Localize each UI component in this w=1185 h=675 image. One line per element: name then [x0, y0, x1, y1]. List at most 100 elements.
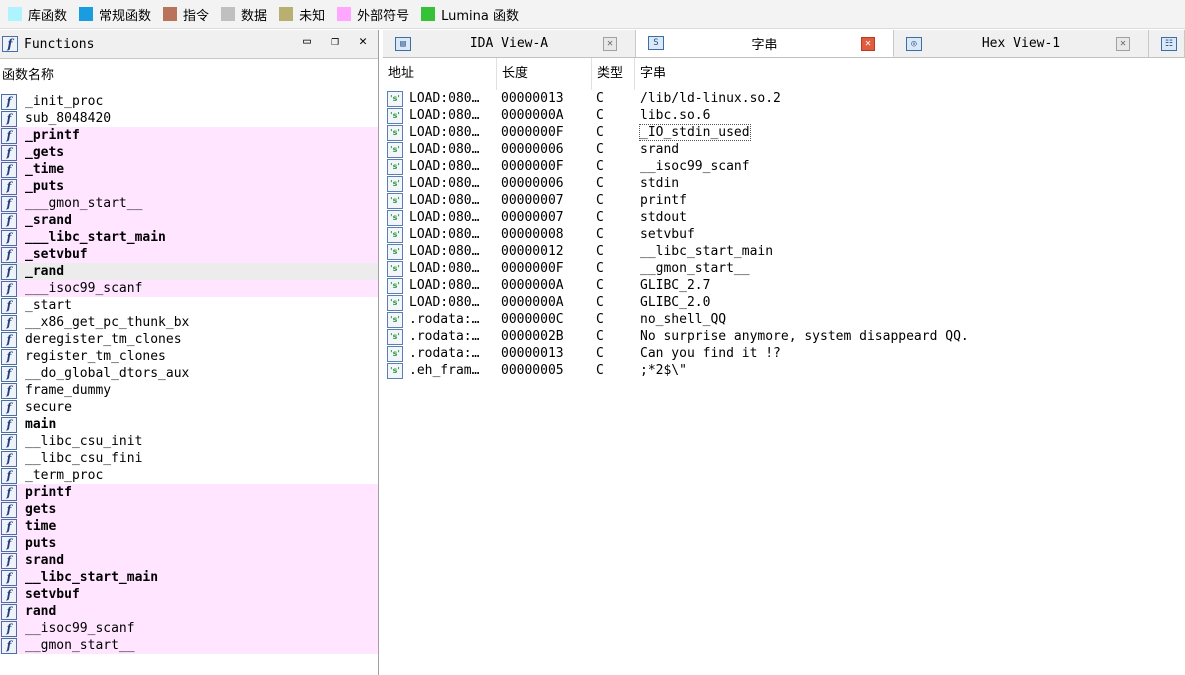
- table-row[interactable]: 's' .eh_fram… 00000005 C ;*2$\": [383, 362, 1185, 379]
- table-row[interactable]: 's' LOAD:080… 0000000A Clibc.so.6: [383, 107, 1185, 124]
- function-list-item[interactable]: f secure: [0, 399, 378, 416]
- table-row[interactable]: 's' LOAD:080… 00000007 Cprintf: [383, 192, 1185, 209]
- tab-close-icon[interactable]: ✕: [603, 37, 617, 51]
- table-row[interactable]: 's' .rodata:… 00000013 C Can you find it !?: [383, 345, 1185, 362]
- function-list-item[interactable]: f sub_8048420: [0, 110, 378, 127]
- function-list-item[interactable]: f time: [0, 518, 378, 535]
- function-name: _srand: [25, 213, 72, 228]
- address-cell: 's' LOAD:080…: [383, 124, 497, 141]
- function-list-item[interactable]: f __isoc99_scanf: [0, 620, 378, 637]
- function-list-item[interactable]: f frame_dummy: [0, 382, 378, 399]
- function-list-item[interactable]: f _term_proc: [0, 467, 378, 484]
- function-list-item[interactable]: f printf: [0, 484, 378, 501]
- tab-close-icon[interactable]: ✕: [861, 37, 875, 51]
- function-icon: f: [1, 229, 17, 246]
- function-list-item[interactable]: f puts: [0, 535, 378, 552]
- table-row[interactable]: 's' .rodata:… 0000000C Cno_shell_QQ: [383, 311, 1185, 328]
- function-icon: f: [1, 620, 17, 637]
- type-cell: C: [596, 176, 604, 191]
- string-cell: __libc_start_main: [635, 243, 1180, 260]
- function-list-item[interactable]: f _setvbuf: [0, 246, 378, 263]
- table-row[interactable]: 's' LOAD:080… 00000006 Csrand: [383, 141, 1185, 158]
- table-row[interactable]: 's' LOAD:080… 00000008 Csetvbuf: [383, 226, 1185, 243]
- function-list-item[interactable]: f srand: [0, 552, 378, 569]
- table-row[interactable]: 's' LOAD:080… 0000000F C __gmon_start__: [383, 260, 1185, 277]
- address-text: .eh_fram…: [409, 363, 480, 378]
- function-list-item[interactable]: f ___gmon_start__: [0, 195, 378, 212]
- function-list-item[interactable]: f _rand: [0, 263, 378, 280]
- function-list-item[interactable]: f register_tm_clones: [0, 348, 378, 365]
- tab-hex-view-1[interactable]: ◎ Hex View-1 ✕: [894, 30, 1149, 57]
- string-cell: stdin: [635, 175, 1180, 192]
- function-list-item[interactable]: f gets: [0, 501, 378, 518]
- strings-table: 地址 长度 类型 字串 's' LOAD:080… 00000013 C/lib/ld…: [383, 58, 1185, 379]
- length-cell: 00000007: [501, 193, 564, 208]
- function-list-item[interactable]: f ___isoc99_scanf: [0, 280, 378, 297]
- function-list-item[interactable]: f _puts: [0, 178, 378, 195]
- function-list-item[interactable]: f _printf: [0, 127, 378, 144]
- function-list-item[interactable]: f _init_proc: [0, 93, 378, 110]
- table-row[interactable]: 's' LOAD:080… 0000000F C _IO_stdin_used: [383, 124, 1185, 141]
- function-list-item[interactable]: f __libc_start_main: [0, 569, 378, 586]
- string-cell: No surprise anymore, system disappeard Q…: [635, 328, 1180, 345]
- function-list-item[interactable]: f ___libc_start_main: [0, 229, 378, 246]
- restore-icon[interactable]: ❐: [326, 34, 344, 49]
- function-list-item[interactable]: f __do_global_dtors_aux: [0, 365, 378, 382]
- function-list-item[interactable]: f _start: [0, 297, 378, 314]
- legend-swatch: [279, 7, 294, 21]
- column-header-length[interactable]: 长度: [497, 58, 592, 90]
- string-icon: 's': [387, 328, 403, 345]
- table-row[interactable]: 's' LOAD:080… 00000013 C/lib/ld-linux.so.2: [383, 90, 1185, 107]
- string-cell: libc.so.6: [635, 107, 1180, 124]
- column-header-address[interactable]: 地址: [383, 58, 497, 90]
- function-list-item[interactable]: f _srand: [0, 212, 378, 229]
- function-icon: f: [1, 518, 17, 535]
- function-name: _init_proc: [25, 94, 104, 109]
- length-cell: 00000007: [501, 210, 564, 225]
- function-icon: f: [1, 365, 17, 382]
- function-list-item[interactable]: f setvbuf: [0, 586, 378, 603]
- column-header-string[interactable]: 字串: [635, 58, 1180, 90]
- table-row[interactable]: 's' LOAD:080… 0000000A C GLIBC_2.0: [383, 294, 1185, 311]
- legend-label: 未知: [299, 8, 326, 24]
- tab-ida-view-a[interactable]: ▤ IDA View-A ✕: [383, 30, 636, 57]
- function-name: __isoc99_scanf: [25, 621, 135, 636]
- function-list-item[interactable]: f __gmon_start__: [0, 637, 378, 654]
- address-cell: 's' LOAD:080…: [383, 243, 497, 260]
- table-row[interactable]: 's' LOAD:080… 00000006 Cstdin: [383, 175, 1185, 192]
- table-row[interactable]: 's' LOAD:080… 0000000F C __isoc99_scanf: [383, 158, 1185, 175]
- legend-label: 数据: [241, 8, 268, 24]
- tab-strings[interactable]: S 字串 ✕: [636, 30, 894, 57]
- tab-close-icon[interactable]: ✕: [1116, 37, 1130, 51]
- function-list-item[interactable]: f _time: [0, 161, 378, 178]
- close-icon[interactable]: ✕: [354, 34, 372, 49]
- maximize-icon[interactable]: ▭: [298, 34, 316, 49]
- table-row[interactable]: 's' LOAD:080… 0000000A C GLIBC_2.7: [383, 277, 1185, 294]
- function-name-column-header[interactable]: 函数名称: [0, 59, 378, 93]
- type-cell: C: [596, 108, 604, 123]
- legend-label: 常规函数: [99, 8, 152, 24]
- function-list-item[interactable]: f __libc_csu_fini: [0, 450, 378, 467]
- legend-bar: 库函数 常规函数 指令 数据 未知 外部符号 Lumina 函数: [0, 0, 1185, 29]
- address-text: LOAD:080…: [409, 108, 480, 123]
- table-row[interactable]: 's' LOAD:080… 00000012 C __libc_start_main: [383, 243, 1185, 260]
- function-list-item[interactable]: f __libc_csu_init: [0, 433, 378, 450]
- column-header-type[interactable]: 类型: [592, 58, 635, 90]
- function-list-item[interactable]: f __x86_get_pc_thunk_bx: [0, 314, 378, 331]
- address-text: LOAD:080…: [409, 91, 480, 106]
- function-list-item[interactable]: f _gets: [0, 144, 378, 161]
- string-text: setvbuf: [640, 227, 695, 242]
- function-list-item[interactable]: f rand: [0, 603, 378, 620]
- string-icon: 's': [387, 158, 403, 175]
- function-icon: f: [1, 93, 17, 110]
- function-list-item[interactable]: f main: [0, 416, 378, 433]
- table-row[interactable]: 's' LOAD:080… 00000007 Cstdout: [383, 209, 1185, 226]
- tab-overflow[interactable]: ☷: [1149, 30, 1185, 57]
- string-icon: 's': [387, 243, 403, 260]
- address-cell: 's' LOAD:080…: [383, 107, 497, 124]
- string-icon: 's': [387, 192, 403, 209]
- table-row[interactable]: 's' .rodata:… 0000002B C No surprise anymore…: [383, 328, 1185, 345]
- function-icon: f: [1, 467, 17, 484]
- function-icon: f: [1, 314, 17, 331]
- function-list-item[interactable]: f deregister_tm_clones: [0, 331, 378, 348]
